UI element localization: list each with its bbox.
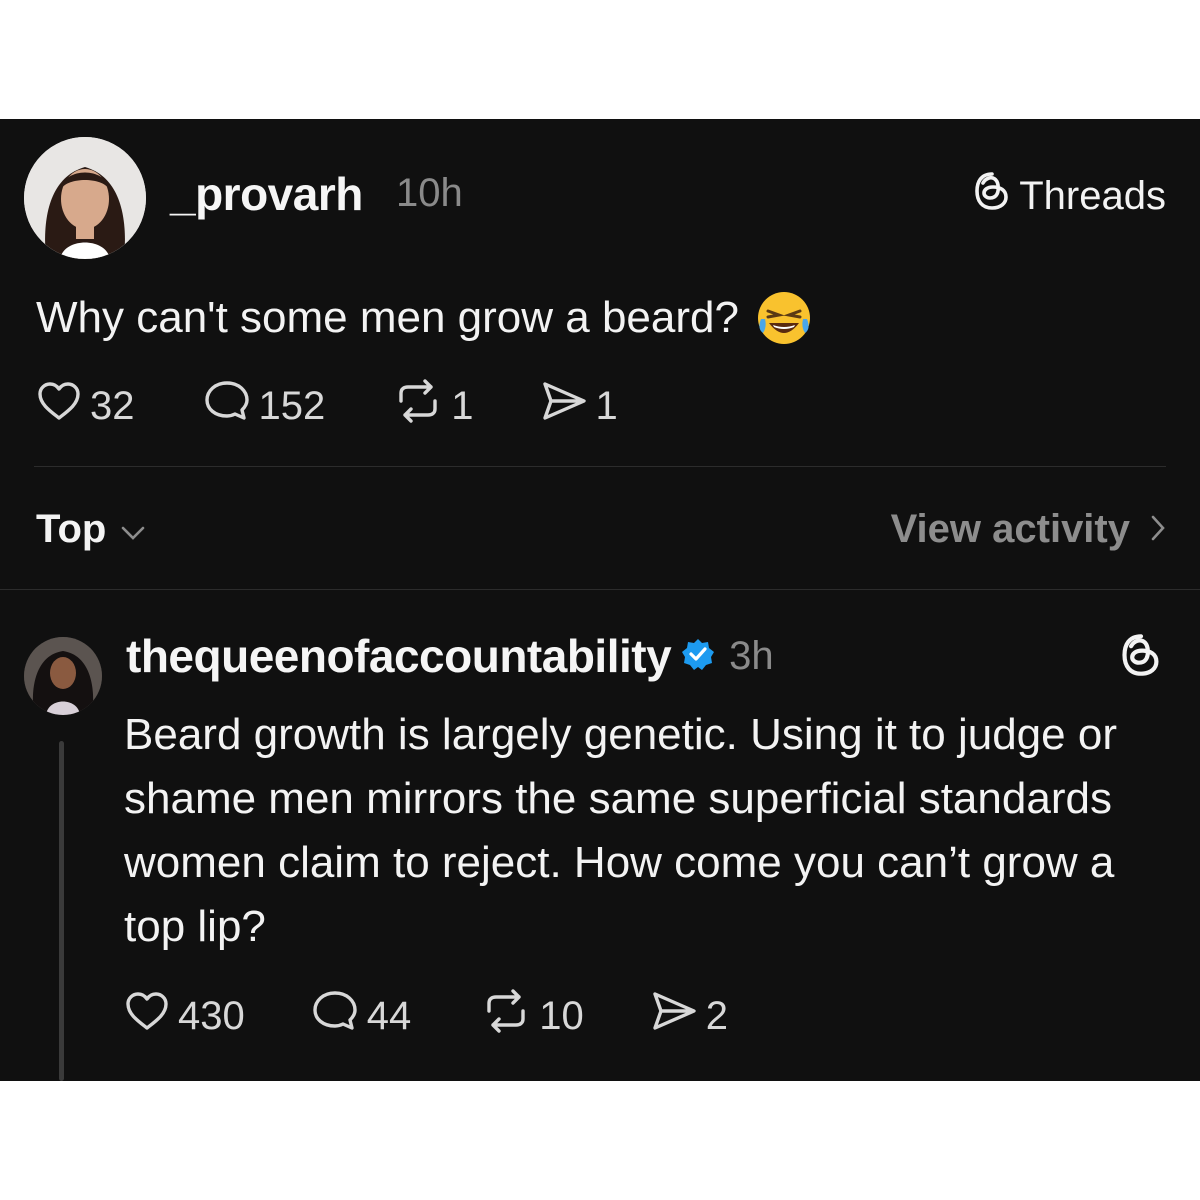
comment-icon [203,379,251,433]
reply-button[interactable]: 152 [203,379,326,433]
share-count: 2 [705,993,728,1038]
reply-count: 152 [258,383,326,428]
avatar[interactable] [24,637,102,715]
divider [0,589,1200,590]
verified-badge-icon [681,637,715,676]
repost-count: 10 [539,993,584,1038]
sort-dropdown[interactable]: Top [36,507,146,552]
comment-icon [311,989,359,1043]
reply-header: thequeenofaccountability 3h [126,629,774,683]
avatar[interactable] [24,137,146,259]
like-button[interactable]: 32 [36,380,135,432]
like-count: 430 [178,993,245,1038]
view-activity-link[interactable]: View activity [891,507,1166,552]
repost-button[interactable]: 10 [481,989,584,1043]
send-icon [650,989,698,1043]
threads-badge[interactable]: Threads [973,171,1166,221]
thread-line [59,741,64,1081]
threads-logo-icon [973,171,1011,221]
like-count: 32 [90,383,135,428]
post-body: Why can't some men grow a beard? [36,289,813,347]
reply-count: 44 [366,993,412,1038]
sort-label: Top [36,507,107,551]
reply-button[interactable]: 44 [311,989,412,1043]
heart-icon [124,990,170,1042]
chevron-right-icon [1150,507,1166,552]
repost-icon [393,379,443,433]
threads-logo-icon[interactable] [1120,633,1162,682]
reply-timestamp: 3h [729,633,774,678]
post-text: Why can't some men grow a beard? [36,293,739,342]
heart-icon [36,380,82,432]
reply-text: Beard growth is largely genetic. Using i… [124,710,1117,951]
send-icon [540,379,588,433]
chevron-down-icon [120,507,146,552]
repost-icon [481,989,531,1043]
divider [34,466,1166,467]
reply-username[interactable]: thequeenofaccountability [126,629,672,683]
reply-actions: 430 44 10 2 [124,989,728,1043]
repost-button[interactable]: 1 [393,379,474,433]
view-activity-label: View activity [890,507,1130,551]
post-username[interactable]: _provarh [170,167,363,221]
share-button[interactable]: 1 [540,379,618,433]
like-button[interactable]: 430 [124,990,245,1042]
post-timestamp: 10h [396,171,463,215]
repost-count: 1 [451,383,474,428]
post-actions: 32 152 1 1 [36,379,618,433]
threads-screenshot: _provarh 10h Threads Why can't some men … [0,119,1200,1081]
share-count: 1 [595,383,618,428]
threads-label: Threads [1019,173,1166,218]
laughing-tears-emoji-icon [755,289,813,347]
share-button[interactable]: 2 [650,989,728,1043]
